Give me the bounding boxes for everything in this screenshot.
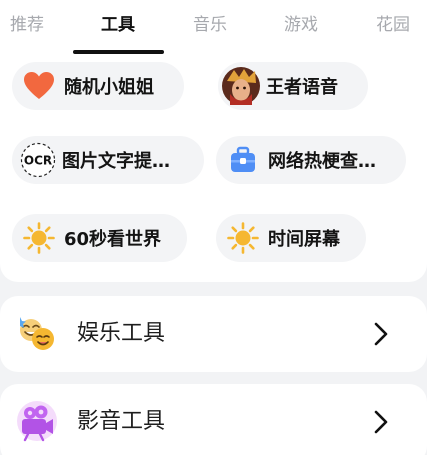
tab-tools[interactable]: 工具: [101, 10, 135, 40]
list-item-audio-video-tools[interactable]: 影音工具: [0, 384, 427, 455]
video-camera-icon: [16, 400, 58, 442]
chip-time-screen[interactable]: 时间屏幕: [216, 214, 366, 262]
list-item-label: 娱乐工具: [77, 321, 166, 346]
heart-icon: [22, 69, 56, 103]
tab-music[interactable]: 音乐: [193, 10, 227, 40]
entertainment-emoji-icon: [16, 313, 58, 355]
chevron-right-icon: [367, 408, 395, 436]
chip-label: 图片文字提…: [62, 151, 170, 172]
tab-games[interactable]: 游戏: [284, 10, 318, 40]
quick-tools-card: 随机小姐姐 王者语音 OCR 图片文字提… 网络热梗查… 60秒看世界 时间屏幕: [0, 56, 427, 282]
game-hero-avatar-icon: [222, 67, 260, 105]
chevron-right-icon: [367, 320, 395, 348]
app-root: 推荐 工具 音乐 游戏 花园 随机小姐姐 王者语音 OCR 图片文字提… 网络热…: [0, 0, 427, 455]
tab-garden[interactable]: 花园: [376, 10, 410, 40]
tab-recommend[interactable]: 推荐: [10, 10, 44, 40]
chip-label: 网络热梗查…: [268, 151, 376, 172]
sun-icon: [22, 221, 56, 255]
active-tab-indicator: [73, 50, 164, 54]
chip-label: 王者语音: [266, 77, 338, 98]
chip-60s-world[interactable]: 60秒看世界: [12, 214, 187, 262]
chip-random-girl[interactable]: 随机小姐姐: [12, 62, 184, 110]
chip-honor-of-kings-voice[interactable]: 王者语音: [218, 62, 368, 110]
list-item-label: 影音工具: [77, 409, 166, 434]
chip-meme-lookup[interactable]: 网络热梗查…: [216, 136, 406, 184]
sun-icon: [226, 221, 260, 255]
top-tab-bar: 推荐 工具 音乐 游戏 花园: [0, 0, 427, 56]
chip-label: 60秒看世界: [64, 229, 162, 250]
chip-label: 随机小姐姐: [64, 77, 154, 98]
list-item-entertainment-tools[interactable]: 娱乐工具: [0, 296, 427, 372]
ocr-icon: OCR: [20, 142, 56, 178]
chip-label: 时间屏幕: [268, 229, 340, 250]
svg-text:OCR: OCR: [24, 154, 52, 168]
chip-image-text-extract[interactable]: OCR 图片文字提…: [12, 136, 204, 184]
toolbox-icon: [226, 143, 260, 177]
